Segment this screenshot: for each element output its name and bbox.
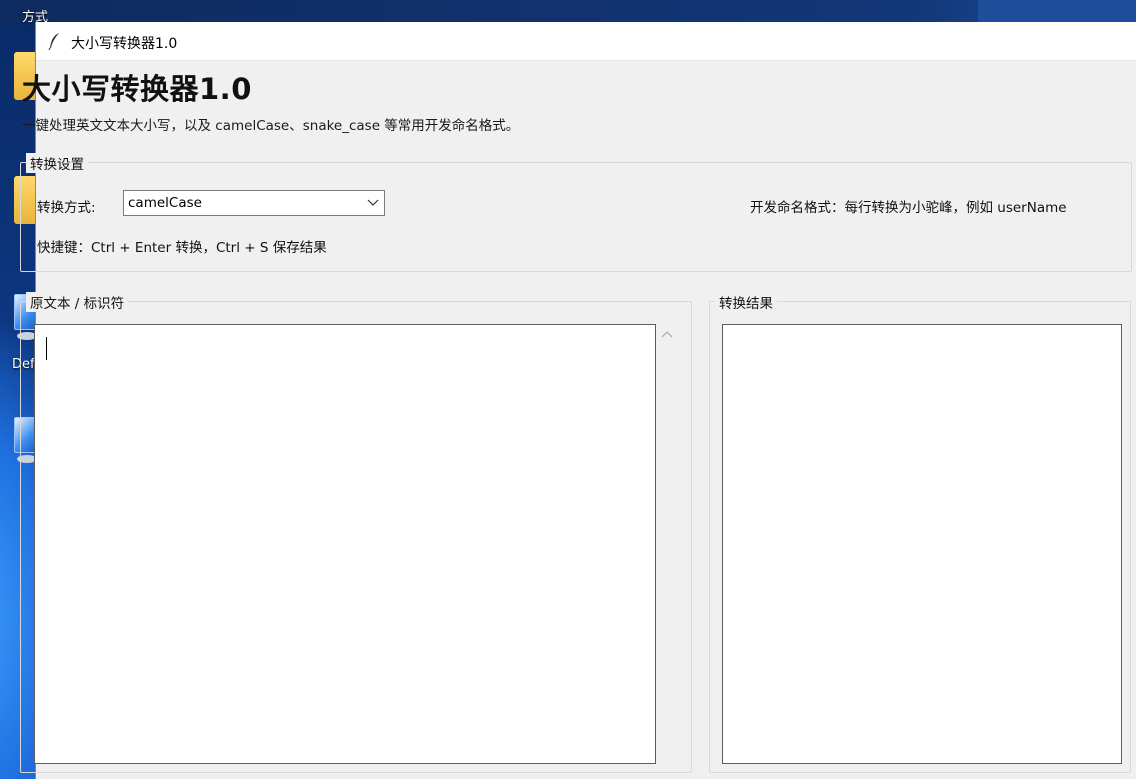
text-caret xyxy=(46,337,47,360)
mode-hint: 开发命名格式：每行转换为小驼峰，例如 userName xyxy=(750,200,1067,216)
chevron-down-icon xyxy=(367,199,379,206)
window-title: 大小写转换器1.0 xyxy=(71,36,178,52)
mode-select[interactable]: camelCase xyxy=(123,190,385,216)
desktop-top-strip xyxy=(0,0,1136,22)
result-group-title: 转换结果 xyxy=(715,292,777,312)
shortcut-hint: 快捷键：Ctrl + Enter 转换，Ctrl + S 保存结果 xyxy=(37,240,327,256)
scroll-up-arrow-icon[interactable] xyxy=(661,330,673,338)
source-textarea[interactable] xyxy=(34,324,656,764)
source-group-title: 原文本 / 标识符 xyxy=(26,292,129,312)
desktop-taskbar-fragment xyxy=(978,0,1136,22)
result-textarea[interactable] xyxy=(722,324,1122,764)
mode-label: 转换方式: xyxy=(37,200,96,216)
title-bar[interactable]: 大小写转换器1.0 xyxy=(36,22,1136,61)
page-title: 大小写转换器1.0 xyxy=(22,72,252,106)
feather-icon xyxy=(48,33,59,50)
page-description: 一键处理英文文本大小写，以及 camelCase、snake_case 等常用开… xyxy=(22,118,520,134)
mode-select-value: camelCase xyxy=(128,195,202,211)
settings-group-title: 转换设置 xyxy=(26,153,88,173)
